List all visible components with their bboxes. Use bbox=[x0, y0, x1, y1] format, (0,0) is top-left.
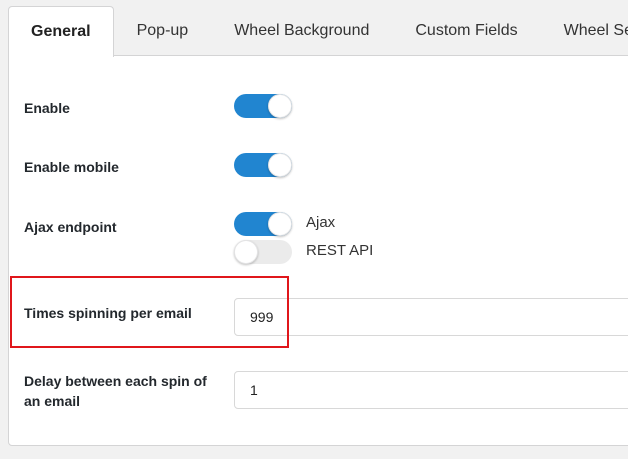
toggle-knob bbox=[268, 212, 292, 236]
tab-wheel-background[interactable]: Wheel Background bbox=[211, 6, 392, 56]
times-spinning-input[interactable] bbox=[234, 298, 628, 336]
toggle-knob bbox=[268, 153, 292, 177]
ajax-toggle[interactable] bbox=[234, 212, 292, 236]
enable-toggle[interactable] bbox=[234, 94, 292, 118]
toggle-knob bbox=[268, 94, 292, 118]
tab-pop-up[interactable]: Pop-up bbox=[114, 6, 212, 56]
toggle-knob bbox=[234, 240, 258, 264]
delay-label-line1: Delay between each spin of bbox=[24, 373, 207, 389]
delay-input[interactable] bbox=[234, 371, 628, 409]
rest-api-option-label: REST API bbox=[306, 242, 374, 259]
rest-api-toggle[interactable] bbox=[234, 240, 292, 264]
settings-tabs: General Pop-up Wheel Background Custom F… bbox=[8, 6, 628, 57]
enable-mobile-label: Enable mobile bbox=[24, 159, 119, 175]
tab-wheel-settings[interactable]: Wheel Se bbox=[541, 6, 628, 56]
settings-frame: General Pop-up Wheel Background Custom F… bbox=[0, 0, 628, 459]
enable-label: Enable bbox=[24, 100, 70, 116]
ajax-endpoint-label: Ajax endpoint bbox=[24, 219, 117, 235]
enable-mobile-toggle[interactable] bbox=[234, 153, 292, 177]
delay-label-line2: an email bbox=[24, 393, 81, 409]
ajax-option-label: Ajax bbox=[306, 214, 336, 231]
tab-custom-fields[interactable]: Custom Fields bbox=[392, 6, 540, 56]
tab-general[interactable]: General bbox=[8, 6, 114, 57]
times-spinning-label: Times spinning per email bbox=[24, 305, 192, 321]
